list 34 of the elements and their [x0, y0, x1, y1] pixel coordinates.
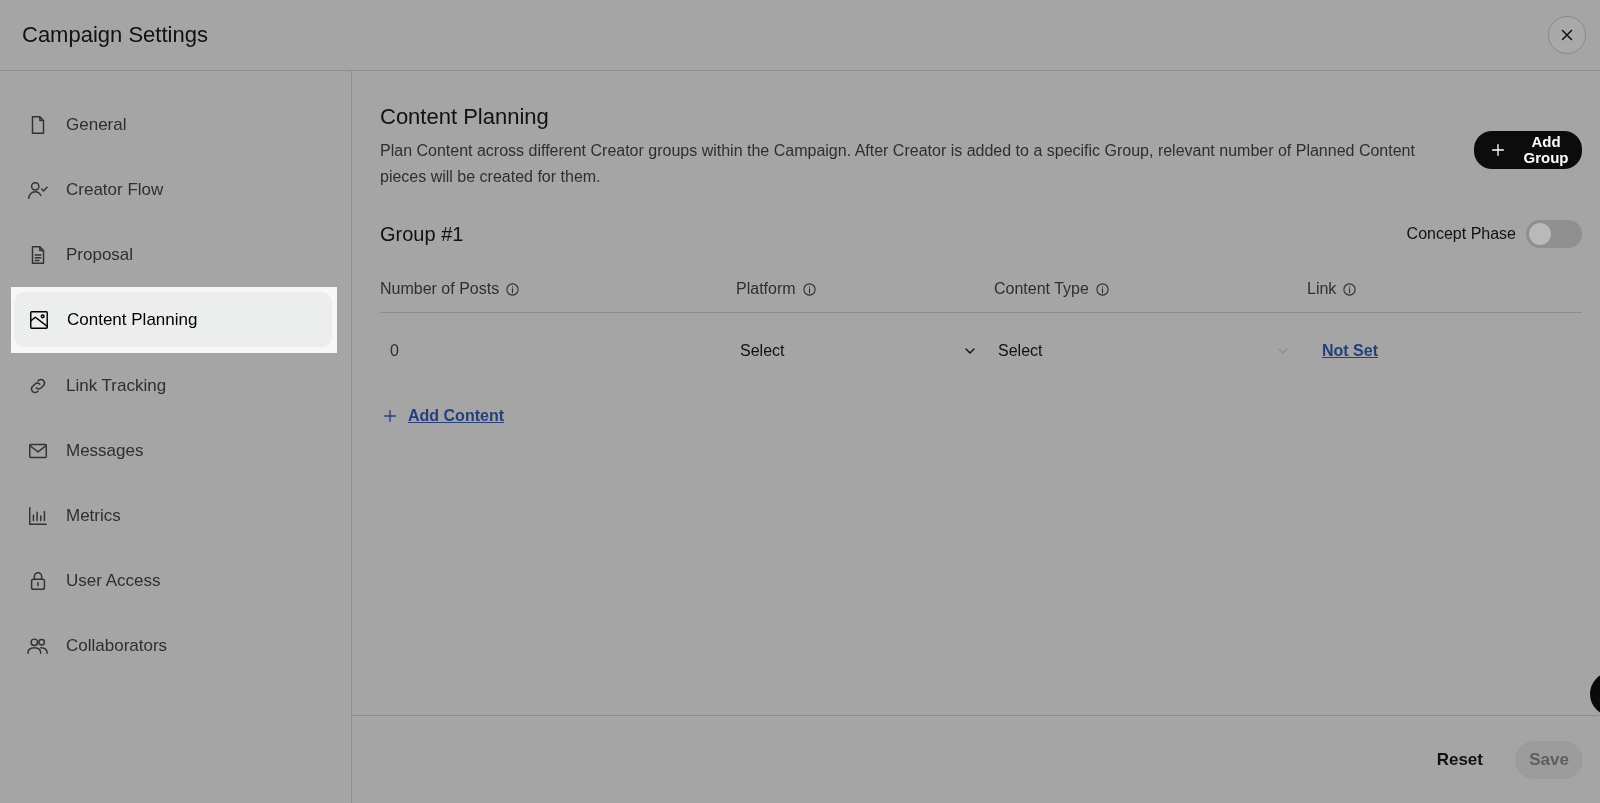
column-header: Number of Posts	[380, 280, 500, 298]
window-title: Campaign Settings	[22, 22, 208, 48]
post-count-field[interactable]: 0	[380, 342, 399, 359]
sidebar-item[interactable]: Messages	[0, 418, 351, 483]
info-icon	[505, 281, 521, 297]
sidebar-item[interactable]: General	[0, 92, 351, 157]
toggle-label: Concept Phase	[1406, 225, 1516, 243]
column-header: Platform	[736, 280, 796, 298]
close-button[interactable]	[1548, 16, 1586, 54]
bar-chart-icon	[27, 504, 49, 527]
link-setting[interactable]: Not Set	[1307, 342, 1378, 359]
group-title: Group #1	[380, 222, 464, 246]
section-heading: Content Planning	[380, 104, 550, 130]
info-icon	[801, 281, 817, 297]
plus-icon	[1490, 142, 1506, 158]
info-icon	[1094, 281, 1110, 297]
reset-button[interactable]: Reset	[1424, 741, 1495, 778]
add-group-button[interactable]: Add Group	[1474, 131, 1582, 169]
sidebar-item[interactable]: Collaborators	[0, 613, 351, 678]
add-content-link[interactable]: Add Content	[408, 407, 504, 425]
column-header: Link	[1307, 280, 1337, 298]
info-icon	[1342, 281, 1358, 297]
section-description: Plan Content across different Creator groups within the Campaign. After Creator is added to a specific Group, relevant number of Planned Content pieces will be created for them.	[380, 141, 1416, 187]
sidebar-item[interactable]: Content Planning	[14, 292, 332, 347]
sidebar-item[interactable]: Metrics	[0, 483, 351, 548]
concept-phase-toggle[interactable]	[1526, 220, 1582, 248]
sidebar-item[interactable]: User Access	[0, 548, 351, 613]
column-header: Content Type	[994, 280, 1089, 298]
sidebar-item[interactable]: Proposal	[0, 222, 351, 287]
plus-icon	[382, 408, 398, 424]
sidebar-item[interactable]: Link Tracking	[0, 353, 351, 418]
platform-select[interactable]: Select	[736, 336, 984, 366]
image-icon	[28, 308, 50, 331]
sidebar-item[interactable]: Creator Flow	[0, 157, 351, 222]
